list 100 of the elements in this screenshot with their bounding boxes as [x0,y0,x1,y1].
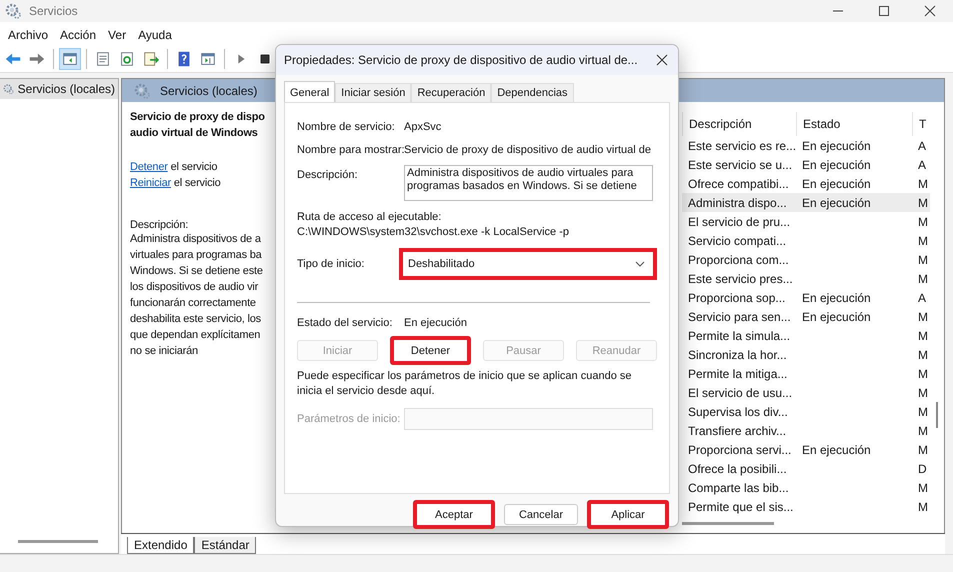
dialog-tab[interactable]: Dependencias [491,83,574,102]
table-cell: M [918,480,928,494]
table-cell: M [918,424,928,438]
table-row[interactable]: Este servicio se u... En ejecución A [682,155,930,174]
table-row[interactable]: Ofrece compatibi... En ejecución M [682,174,930,193]
table-cell: Sincroniza la hor... [688,348,787,362]
description-text: no se iniciarán [130,344,198,359]
description-text: funcionarán correctamente [130,296,256,311]
description-text: Windows. Si se detiene este [130,264,263,279]
field-label: Nombre para mostrar: [297,144,404,156]
table-cell: M [918,348,928,362]
table-row[interactable]: Permite la simula... M [682,326,930,345]
table-row[interactable]: Sincroniza la hor... M [682,345,930,364]
field-label: Descripción: [297,169,359,181]
field-value: Servicio de proxy de dispositivo de audio virtual de [404,144,652,156]
tree-item[interactable]: Servicios (locales) [0,79,118,99]
field-value: C:\WINDOWS\system32\svchost.exe -k LocalService -p [297,226,570,238]
table-row[interactable]: Proporciona servi... En ejecución M [682,440,930,459]
description-box[interactable]: Administra dispositivos de audio virtuales para programas basados en Windows. Si se detiene [404,165,653,201]
description-text: Administra dispositivos de a [130,232,261,247]
menu-item[interactable]: Ver [102,26,132,44]
window-title: Servicios [29,4,78,18]
table-cell: M [918,252,928,266]
table-cell: M [918,272,928,286]
table-cell: Servicio compati... [688,234,786,248]
description-text: los dispositivos de audio vir [130,280,258,295]
table-cell: Servicio para sen... [688,310,791,324]
table-cell: Este servicio pres... [688,272,793,286]
table-cell: Administra dispo... [688,196,787,210]
table-cell: En ejecución [802,176,871,190]
menu-item[interactable]: Ayuda [132,26,178,44]
menu-item[interactable]: Archivo [2,26,54,44]
dialog-button[interactable]: Aplicar [587,500,669,529]
table-cell: Permite que el sis... [688,500,794,514]
field-label: Tipo de inicio: [297,258,366,270]
dialog-button[interactable]: Aceptar [413,500,495,529]
table-row[interactable]: Ofrece la posibili... D [682,459,930,478]
table-row[interactable]: Administra dispo... En ejecución M [682,193,930,212]
table-cell: A [918,290,926,304]
column-header[interactable]: T [912,112,930,136]
column-header[interactable]: Descripción [682,112,796,136]
table-cell: Transfiere archiv... [688,424,786,438]
table-row[interactable]: Servicio compati... M [682,231,930,250]
column-header[interactable]: Estado [796,112,912,136]
table-cell: M [918,404,928,418]
field-label: Nombre de servicio: [297,120,396,132]
table-cell: Ofrece compatibi... [688,176,789,190]
table-cell: M [918,500,928,514]
view-tab[interactable]: Estándar [194,537,256,554]
service-button[interactable]: Detener [390,336,471,365]
table-row[interactable]: Comparte las bib... M [682,478,930,497]
table-cell: Proporciona servi... [688,442,792,456]
hint-text: Puede especificar los parámetros de inicio que se aplican cuando se inicia el servicio desde aquí. [297,369,632,399]
service-title: Servicio de proxy de dispo [130,110,265,125]
table-row[interactable]: Servicio para sen... En ejecución M [682,307,930,326]
table-row[interactable]: Permite la mitiga... M [682,364,930,383]
table-row[interactable]: Supervisa los div... M [682,402,930,421]
description-label: Descripción: [130,219,188,231]
table-cell: En ejecución [802,442,871,456]
description-text: virtuales para programas ba [130,248,262,263]
startup-type-dropdown[interactable]: Deshabilitado [399,248,657,280]
description-text: deshabilita este servicio, los [130,312,261,327]
table-cell: En ejecución [802,310,871,324]
dialog-title: Propiedades: Servicio de proxy de dispositivo de audio virtual de... [284,53,638,67]
table-cell: En ejecución [802,138,871,152]
action-text: Detener el servicio [130,160,218,175]
table-cell: M [918,310,928,324]
dialog-button[interactable]: Cancelar [504,504,578,525]
table-cell: En ejecución [802,158,871,172]
table-cell: M [918,214,928,228]
table-cell: M [918,386,928,400]
table-row[interactable]: El servicio de pru... M [682,212,930,231]
view-tab[interactable]: Extendido [127,537,194,554]
action-link[interactable]: Detener [130,161,168,173]
field-label: Estado del servicio: [297,316,394,328]
table-cell: M [918,366,928,380]
table-row[interactable]: Proporciona com... M [682,250,930,269]
table-row[interactable]: Este servicio es re... En ejecución A [682,136,930,155]
table-cell: Permite la mitiga... [688,366,788,380]
table-row[interactable]: El servicio de usu... M [682,383,930,402]
action-link[interactable]: Reiniciar [130,177,171,189]
table-cell: Permite la simula... [688,328,790,342]
dialog-tab[interactable]: General [284,81,336,102]
table-cell: Supervisa los div... [688,404,788,418]
table-cell: M [918,176,928,190]
pane-title: Servicios (locales) [160,84,258,98]
table-cell: A [918,158,926,172]
table-cell: El servicio de usu... [688,386,792,400]
table-cell: Este servicio es re... [688,138,796,152]
table-cell: M [918,196,928,210]
service-title: audio virtual de Windows [130,126,258,141]
dialog-tab[interactable]: Iniciar sesión [335,83,412,102]
table-cell: Ofrece la posibili... [688,462,787,476]
dialog-tab[interactable]: Recuperación [411,83,492,102]
table-cell: Comparte las bib... [688,480,789,494]
table-row[interactable]: Proporciona sop... En ejecución A [682,288,930,307]
table-row[interactable]: Permite que el sis... M [682,497,930,516]
table-row[interactable]: Transfiere archiv... M [682,421,930,440]
menu-item[interactable]: Acción [54,26,102,44]
table-row[interactable]: Este servicio pres... M [682,269,930,288]
